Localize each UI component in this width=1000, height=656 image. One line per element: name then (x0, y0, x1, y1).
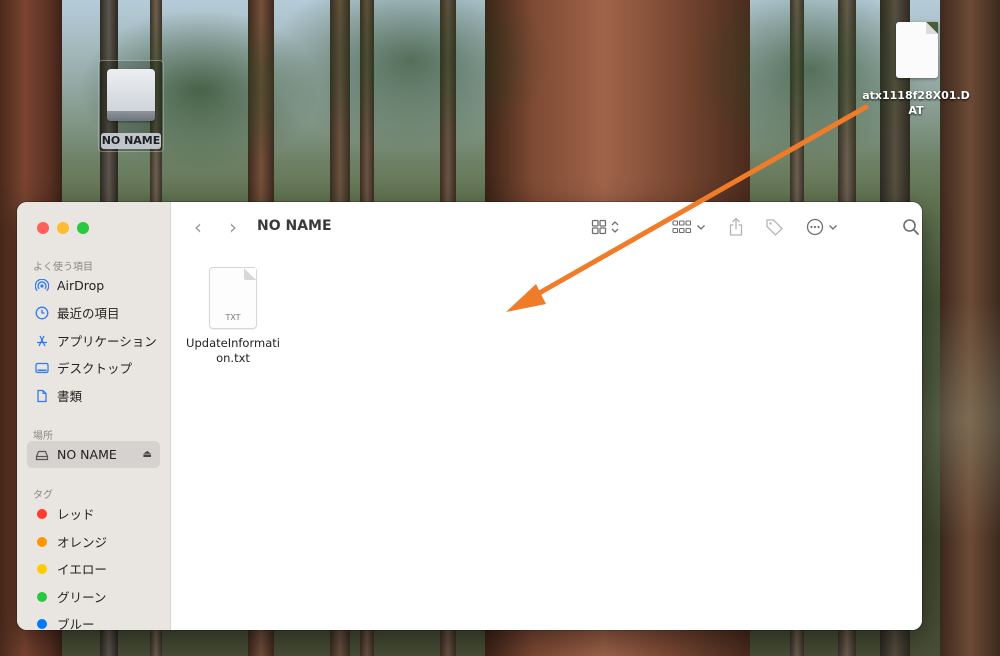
chevron-down-icon (696, 223, 706, 231)
file-name: UpdateInformation.txt (186, 336, 280, 365)
search-button[interactable] (902, 216, 920, 238)
zoom-button[interactable] (77, 222, 89, 234)
search-icon (902, 218, 920, 236)
sidebar-item-documents[interactable]: 書類 (27, 382, 160, 409)
sidebar-item-label: グリーン (57, 590, 107, 605)
sidebar-item-label: オレンジ (57, 535, 108, 550)
sidebar-item-applications[interactable]: アプリケーション (27, 327, 160, 354)
group-button[interactable] (672, 216, 706, 238)
desktop-drive-label: NO NAME (101, 133, 161, 149)
locations-heading: 場所 (33, 431, 53, 442)
window-controls (37, 222, 89, 234)
tag-dot-icon (37, 563, 47, 574)
external-drive-icon (107, 69, 155, 121)
more-actions-button[interactable] (806, 216, 838, 238)
ellipsis-circle-icon (806, 218, 824, 236)
view-mode-button[interactable] (591, 216, 619, 238)
sidebar-item-recents[interactable]: 最近の項目 (27, 299, 160, 326)
airdrop-icon (35, 278, 49, 293)
tag-button[interactable] (764, 216, 784, 238)
document-icon (896, 22, 938, 78)
chevron-down-icon (828, 223, 838, 231)
finder-toolbar: ‹ › NO NAME (171, 202, 922, 254)
sidebar-item-label: デスクトップ (57, 361, 133, 376)
share-icon (728, 217, 744, 237)
desktop-file-dat[interactable]: atx1118f28X01.DAT (860, 20, 972, 120)
file-type-label: TXT (225, 313, 241, 322)
minimize-button[interactable] (57, 222, 69, 234)
sidebar-item-label: イエロー (57, 562, 107, 577)
sidebar-item-airdrop[interactable]: AirDrop (27, 272, 160, 299)
forward-button[interactable]: › (222, 216, 244, 238)
sidebar-item-label: 最近の項目 (57, 306, 120, 321)
eject-icon[interactable]: ⏏ (143, 449, 152, 460)
desktop-drive-icon[interactable]: NO NAME (98, 60, 164, 152)
external-drive-icon (35, 448, 49, 462)
desktop-icon (35, 361, 49, 375)
sidebar-item-label: ブルー (57, 617, 95, 630)
grid-view-icon (591, 219, 607, 235)
desktop-file-name: atx1118f28X01.DAT (862, 89, 970, 117)
tag-dot-icon (37, 618, 47, 629)
txt-file-icon: TXT (210, 268, 256, 328)
favorites-heading: よく使う項目 (33, 262, 93, 273)
tag-dot-icon (37, 508, 47, 519)
finder-content: ‹ › NO NAME TXT UpdateInformation.txt (171, 202, 922, 630)
sidebar-tag-red[interactable]: レッド (27, 500, 160, 527)
tags-heading: タグ (33, 490, 53, 501)
up-down-chevron-icon (611, 220, 619, 234)
sidebar-item-label: レッド (57, 507, 95, 522)
sidebar-item-label: NO NAME (57, 447, 117, 462)
sidebar-item-no-name[interactable]: NO NAME ⏏ (27, 441, 160, 468)
tag-dot-icon (37, 591, 47, 602)
file-item[interactable]: TXT UpdateInformation.txt (183, 268, 283, 366)
sidebar-tag-green[interactable]: グリーン (27, 583, 160, 610)
share-button[interactable] (728, 216, 744, 238)
sidebar-item-label: アプリケーション (57, 334, 157, 349)
group-icon (672, 219, 692, 235)
sidebar-tag-orange[interactable]: オレンジ (27, 528, 160, 555)
document-icon (35, 389, 49, 403)
close-button[interactable] (37, 222, 49, 234)
finder-sidebar: よく使う項目 AirDrop 最近の項目 アプリケーション デスクトップ 書類 … (17, 202, 171, 630)
tag-dot-icon (37, 536, 47, 547)
sidebar-item-label: AirDrop (57, 278, 105, 293)
clock-icon (35, 306, 49, 320)
tag-icon (764, 217, 784, 237)
sidebar-tag-yellow[interactable]: イエロー (27, 555, 160, 582)
back-button[interactable]: ‹ (187, 216, 209, 238)
finder-window: よく使う項目 AirDrop 最近の項目 アプリケーション デスクトップ 書類 … (17, 202, 922, 630)
sidebar-tag-blue[interactable]: ブルー (27, 610, 160, 630)
sidebar-item-label: 書類 (57, 389, 83, 404)
window-title: NO NAME (257, 218, 332, 234)
sidebar-item-desktop[interactable]: デスクトップ (27, 354, 160, 381)
applications-icon (35, 334, 49, 348)
